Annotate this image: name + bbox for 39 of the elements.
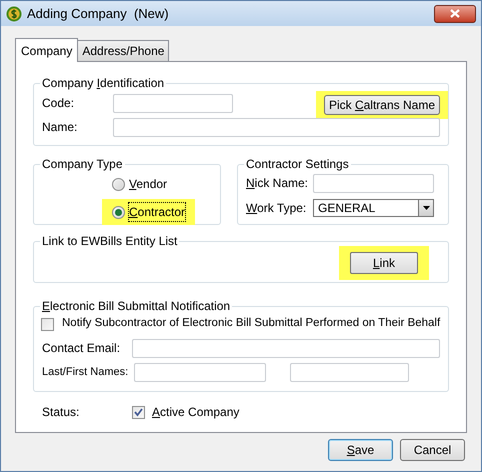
group-title: Company Type	[41, 157, 124, 171]
work-type-dropdown[interactable]: GENERAL	[313, 199, 434, 217]
code-field[interactable]	[113, 94, 233, 112]
tab[interactable]: Address/Phone	[78, 40, 170, 61]
status-label: Status:	[42, 404, 80, 421]
dialog-button[interactable]: Save	[328, 439, 393, 461]
checkbox-label: Notify Subcontractor of Electronic Bill Submittal Performed on Their Behalf	[62, 316, 440, 332]
group-title: Company Identification	[41, 76, 166, 90]
checkbox[interactable]	[132, 406, 145, 418]
radio-label: Contractor	[129, 203, 186, 221]
nick-name-field[interactable]	[313, 174, 434, 192]
close-icon	[450, 9, 460, 18]
field-label: Work Type:	[246, 200, 308, 217]
field-label: Code:	[42, 95, 76, 112]
field-label: Nick Name:	[246, 175, 310, 192]
first-name-field[interactable]	[290, 362, 409, 382]
field-label: Name:	[42, 119, 78, 136]
window-title: Adding Company (New)	[27, 4, 170, 23]
name-field[interactable]	[113, 118, 440, 136]
checkmark-icon	[134, 408, 143, 416]
field-label: Contact Email:	[42, 340, 122, 357]
group-title: Electronic Bill Submittal Notification	[41, 299, 232, 313]
radio-button[interactable]	[112, 206, 125, 218]
pick-caltrans-name-button[interactable]: Pick Caltrans Name	[324, 95, 440, 115]
last-name-field[interactable]	[134, 362, 266, 382]
radio-label: Vendor	[129, 176, 168, 193]
dropdown-arrow-icon	[422, 206, 430, 210]
group-title: Link to EWBills Entity List	[41, 234, 178, 248]
tab[interactable]: Company	[15, 38, 78, 62]
field-label: Last/First Names:	[42, 364, 130, 380]
link-button[interactable]: Link	[350, 252, 418, 274]
dollar-coin-icon	[6, 6, 22, 22]
checkbox[interactable]	[41, 318, 54, 330]
checkbox-label: Active Company	[152, 404, 240, 421]
dialog-button[interactable]: Cancel	[400, 439, 465, 461]
radio-button[interactable]	[112, 178, 125, 190]
close-button[interactable]	[434, 4, 476, 22]
contact-email-field[interactable]	[132, 338, 440, 358]
group-title: Contractor Settings	[245, 157, 350, 171]
